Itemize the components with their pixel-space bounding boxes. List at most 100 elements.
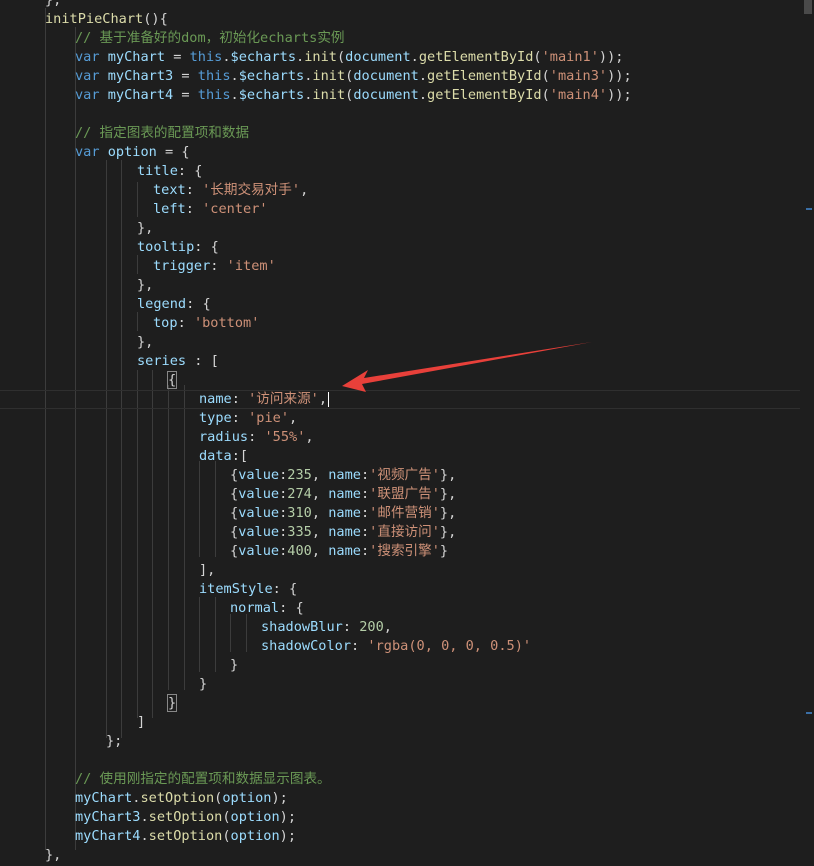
code-token: this xyxy=(189,49,223,65)
code-line[interactable]: var myChart4 = this.$echarts.init(docume… xyxy=(0,86,814,105)
code-token: , xyxy=(311,467,329,483)
code-token: : xyxy=(231,391,249,407)
code-token: $echarts xyxy=(230,49,297,65)
code-token: } xyxy=(230,657,239,673)
code-line[interactable]: left: 'center' xyxy=(0,200,814,219)
code-line[interactable]: } xyxy=(0,656,814,675)
code-token: name xyxy=(328,467,361,483)
code-text: var myChart3 = this.$echarts.init(docume… xyxy=(75,67,632,86)
code-token: '直接访问' xyxy=(369,524,440,540)
code-line[interactable]: title: { xyxy=(0,162,814,181)
code-text: {value:274, name:'联盟广告'}, xyxy=(230,485,456,504)
code-line[interactable]: top: 'bottom' xyxy=(0,314,814,333)
code-line[interactable]: ], xyxy=(0,561,814,580)
code-line[interactable]: var myChart3 = this.$echarts.init(docume… xyxy=(0,67,814,86)
code-line[interactable]: trigger: 'item' xyxy=(0,257,814,276)
code-line[interactable]: itemStyle: { xyxy=(0,580,814,599)
code-line[interactable]: shadowColor: 'rgba(0, 0, 0, 0.5)' xyxy=(0,637,814,656)
code-line[interactable] xyxy=(0,105,814,124)
code-token: , xyxy=(311,486,329,502)
code-token: : { xyxy=(194,239,219,255)
code-token: : { xyxy=(272,581,298,597)
code-line[interactable]: {value:400, name:'搜索引擎'} xyxy=(0,542,814,561)
code-token: }, xyxy=(45,847,62,863)
code-line[interactable]: data:[ xyxy=(0,447,814,466)
code-line[interactable]: {value:274, name:'联盟广告'}, xyxy=(0,485,814,504)
code-token: shadowColor xyxy=(261,638,352,654)
code-token: . xyxy=(140,809,149,825)
code-text: } xyxy=(230,656,238,675)
code-line[interactable]: legend: { xyxy=(0,295,814,314)
code-editor[interactable]: }, initPieChart(){// 基于准备好的dom，初始化echarts… xyxy=(0,0,814,866)
code-token: myChart3 xyxy=(75,809,141,825)
code-line[interactable]: } xyxy=(0,694,814,713)
code-line[interactable] xyxy=(0,751,814,770)
vertical-scrollbar[interactable] xyxy=(800,0,814,866)
code-token: ( xyxy=(222,809,231,825)
code-line[interactable]: {value:310, name:'邮件营销'}, xyxy=(0,504,814,523)
code-token: radius xyxy=(199,429,249,445)
code-text: shadowColor: 'rgba(0, 0, 0, 0.5)' xyxy=(261,637,531,656)
code-token: 'pie' xyxy=(248,410,290,426)
code-token: : [ xyxy=(186,353,219,369)
code-token: var xyxy=(75,144,108,160)
code-line[interactable]: initPieChart(){ xyxy=(0,10,814,29)
scrollbar-thumb[interactable] xyxy=(804,0,812,14)
code-token: ( xyxy=(336,49,346,65)
code-line[interactable]: tooltip: { xyxy=(0,238,814,257)
code-token: 335 xyxy=(287,524,312,540)
code-token: value xyxy=(238,486,280,502)
code-line[interactable]: }, xyxy=(0,0,814,10)
code-line[interactable]: myChart3.setOption(option); xyxy=(0,808,814,827)
code-line[interactable]: normal: { xyxy=(0,599,814,618)
code-token: . xyxy=(418,87,428,103)
code-text: myChart.setOption(option); xyxy=(75,789,288,808)
code-text: { xyxy=(166,371,178,390)
code-token: 235 xyxy=(287,467,312,483)
code-token: '视频广告' xyxy=(369,467,440,483)
code-token: ] xyxy=(137,714,146,730)
code-token: . xyxy=(296,49,305,65)
code-line[interactable]: // 使用刚指定的配置项和数据显示图表。 xyxy=(0,770,814,789)
code-token: '长期交易对手' xyxy=(202,182,301,198)
code-token: itemStyle xyxy=(199,581,273,597)
code-line[interactable]: // 基于准备好的dom，初始化echarts实例 xyxy=(0,29,814,48)
code-line[interactable]: }, xyxy=(0,333,814,352)
code-line[interactable]: { xyxy=(0,371,814,390)
code-line[interactable]: radius: '55%', xyxy=(0,428,814,447)
code-token: normal xyxy=(230,600,280,616)
code-line[interactable]: }, xyxy=(0,276,814,295)
code-token: : xyxy=(210,258,227,274)
code-line[interactable]: } xyxy=(0,675,814,694)
code-text: data:[ xyxy=(199,447,248,466)
code-text: } xyxy=(199,675,207,694)
code-line[interactable]: var myChart = this.$echarts.init(documen… xyxy=(0,48,814,67)
code-text: }; xyxy=(106,732,122,751)
code-text: // 基于准备好的dom，初始化echarts实例 xyxy=(75,29,345,48)
code-line[interactable]: }; xyxy=(0,732,814,751)
code-token: 'main4' xyxy=(549,87,608,103)
code-line[interactable]: ] xyxy=(0,713,814,732)
code-token: :[ xyxy=(231,448,249,464)
code-line[interactable]: {value:235, name:'视频广告'}, xyxy=(0,466,814,485)
code-line[interactable]: }, xyxy=(0,846,814,865)
code-text: legend: { xyxy=(137,295,211,314)
code-token: '搜索引擎' xyxy=(369,543,440,559)
code-line[interactable]: {value:335, name:'直接访问'}, xyxy=(0,523,814,542)
code-line[interactable]: series : [ xyxy=(0,352,814,371)
code-line[interactable]: var option = { xyxy=(0,143,814,162)
code-token: name xyxy=(328,524,361,540)
code-line[interactable]: // 指定图表的配置项和数据 xyxy=(0,124,814,143)
code-line[interactable]: shadowBlur: 200, xyxy=(0,618,814,637)
code-token: getElementById xyxy=(427,68,542,84)
code-line[interactable]: type: 'pie', xyxy=(0,409,814,428)
code-token: 'bottom' xyxy=(193,315,260,331)
code-line[interactable]: text: '长期交易对手', xyxy=(0,181,814,200)
code-line[interactable]: myChart4.setOption(option); xyxy=(0,827,814,846)
code-line[interactable]: myChart.setOption(option); xyxy=(0,789,814,808)
code-line[interactable]: }, xyxy=(0,219,814,238)
code-text: type: 'pie', xyxy=(199,409,297,428)
code-token: 'rgba(0, 0, 0, 0.5)' xyxy=(367,638,532,654)
code-line[interactable]: name: '访问来源', xyxy=(0,390,814,409)
code-token: , xyxy=(311,505,329,521)
